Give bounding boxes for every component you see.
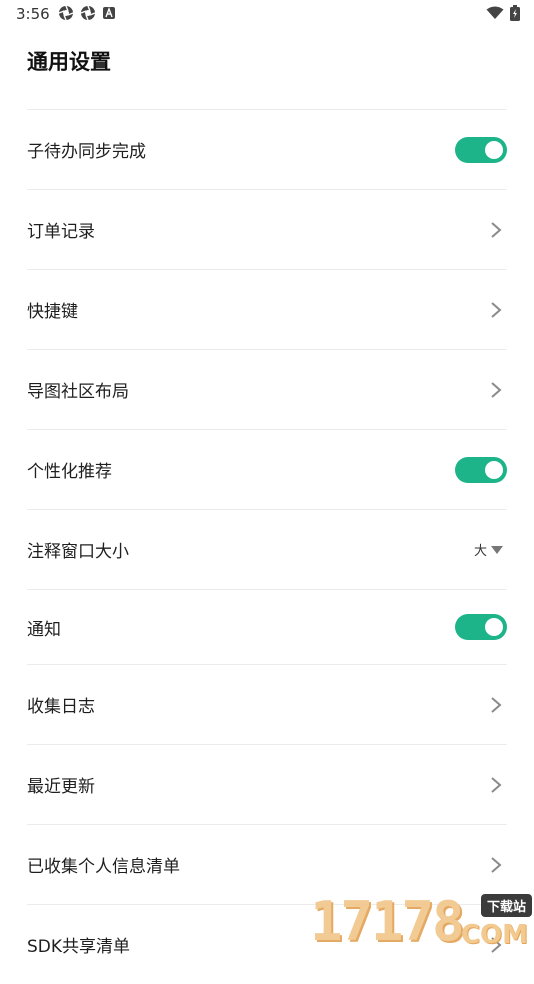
setting-label: 注释窗口大小 — [27, 542, 129, 562]
app-a-icon — [103, 7, 115, 19]
setting-recent-updates[interactable]: 最近更新 — [27, 745, 507, 825]
setting-label: 已收集个人信息清单 — [27, 857, 180, 877]
wifi-icon — [486, 6, 504, 19]
setting-label: 通知 — [27, 619, 61, 640]
toggle-knob — [485, 140, 503, 159]
chevron-right-icon — [491, 221, 502, 238]
setting-personalized-recommendation[interactable]: 个性化推荐 — [27, 430, 507, 510]
chevron-right-icon — [491, 776, 502, 793]
caret-down-icon — [491, 545, 503, 554]
setting-label: 个性化推荐 — [27, 462, 112, 482]
watermark-suffix: COM — [460, 920, 528, 950]
setting-subtask-sync[interactable]: 子待办同步完成 — [27, 110, 507, 190]
status-icons-right — [486, 5, 520, 21]
status-icons-left — [58, 5, 116, 21]
subtask-sync-toggle[interactable] — [455, 136, 507, 163]
status-time: 3:56 — [16, 5, 50, 23]
toggle-knob — [485, 618, 503, 636]
watermark-digits: 17178 — [310, 890, 465, 953]
personalized-recommendation-toggle[interactable] — [455, 456, 507, 483]
annotation-size-select[interactable]: 大 — [474, 540, 503, 559]
setting-label: 导图社区布局 — [27, 382, 129, 402]
status-bar: 3:56 — [0, 0, 534, 28]
notifications-toggle[interactable] — [455, 614, 507, 640]
chevron-right-icon — [491, 381, 502, 398]
setting-notifications[interactable]: 通知 — [27, 590, 507, 665]
setting-collect-logs[interactable]: 收集日志 — [27, 665, 507, 745]
setting-shortcuts[interactable]: 快捷键 — [27, 270, 507, 350]
setting-label: SDK共享清单 — [27, 937, 131, 957]
chevron-right-icon — [491, 856, 502, 873]
toggle-knob — [485, 460, 503, 479]
setting-order-records[interactable]: 订单记录 — [27, 190, 507, 270]
site-watermark: 17178 下载站 COM — [310, 890, 534, 953]
setting-label: 订单记录 — [27, 222, 95, 242]
select-value-text: 大 — [473, 544, 487, 559]
battery-charging-icon — [510, 5, 520, 21]
setting-label: 收集日志 — [27, 697, 95, 717]
setting-annotation-window-size[interactable]: 注释窗口大小 大 — [27, 510, 507, 590]
setting-mindmap-community-layout[interactable]: 导图社区布局 — [27, 350, 507, 430]
watermark-badge: 下载站 — [480, 894, 532, 917]
setting-label: 最近更新 — [27, 777, 95, 797]
aperture-icon-2 — [80, 5, 96, 21]
page-title: 通用设置 — [27, 50, 111, 74]
setting-label: 子待办同步完成 — [27, 142, 146, 162]
setting-label: 快捷键 — [27, 302, 78, 322]
settings-list: 子待办同步完成 订单记录 快捷键 导图社区布局 个性化推荐 注释窗口大小 大 通… — [27, 109, 507, 984]
chevron-right-icon — [491, 696, 502, 713]
aperture-icon — [58, 5, 74, 21]
chevron-right-icon — [491, 301, 502, 318]
